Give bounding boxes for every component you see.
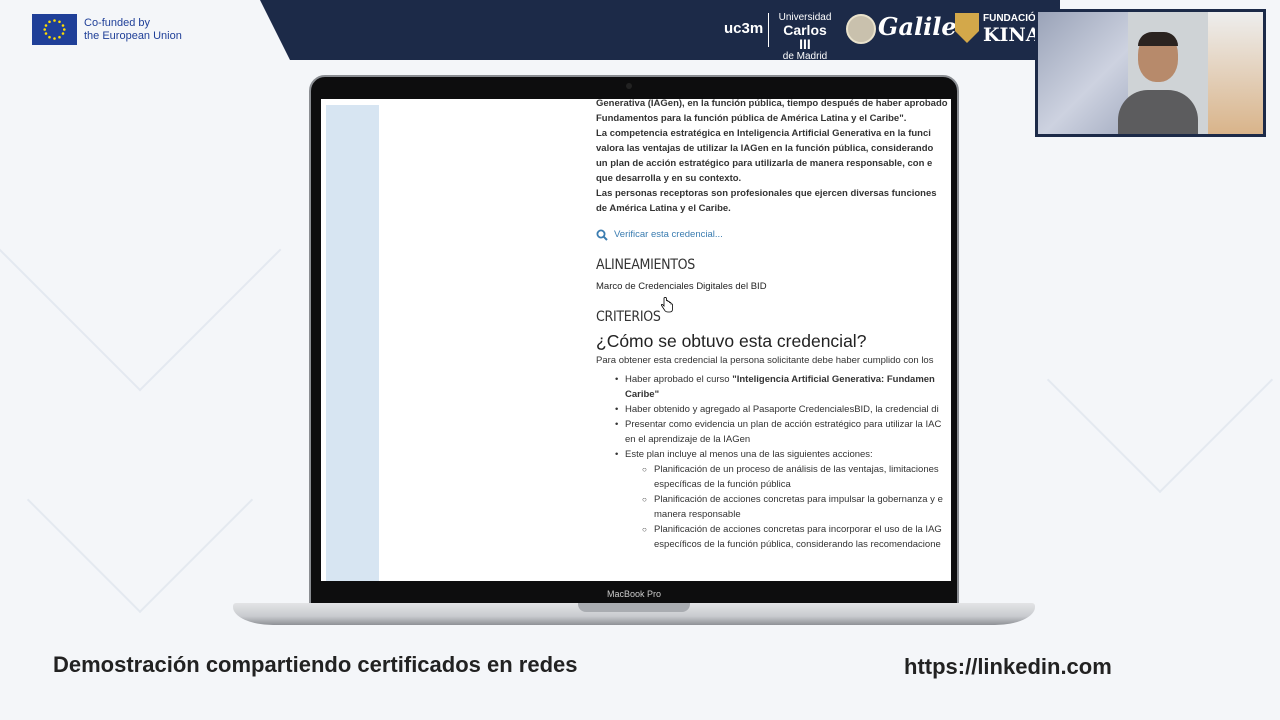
background-chevron	[1046, 266, 1274, 494]
list-item: Planificación de un proceso de análisis …	[596, 462, 951, 492]
laptop-screen: Generativa (IAGen), en la función públic…	[321, 99, 951, 581]
alignments-heading: ALINEAMIENTOS	[596, 257, 695, 273]
bullet-text: Presentar como evidencia un plan de acci…	[625, 419, 942, 430]
webcam-feed	[1035, 9, 1266, 137]
criteria-heading: CRITERIOS	[596, 309, 661, 325]
credential-content: Generativa (IAGen), en la función públic…	[596, 99, 951, 552]
laptop-model-label: MacBook Pro	[606, 589, 662, 599]
search-icon	[596, 229, 608, 241]
sub-bullet-text: Planificación de acciones concretas para…	[654, 524, 942, 535]
list-item: Haber obtenido y agregado al Pasaporte C…	[596, 402, 951, 417]
description-line: de América Latina y el Caribe.	[596, 203, 731, 214]
list-item: Planificación de acciones concretas para…	[596, 522, 951, 552]
sub-bullet-text: manera responsable	[654, 509, 741, 520]
bullet-text: Este plan incluye al menos una de las si…	[625, 449, 873, 460]
description-line: Fundamentos para la función pública de A…	[596, 113, 907, 124]
actions-sublist: Planificación de un proceso de análisis …	[596, 462, 951, 552]
description-line: La competencia estratégica en Inteligenc…	[596, 128, 931, 139]
webcam-background-art	[1038, 12, 1128, 134]
criteria-list: Haber aprobado el curso "Inteligencia Ar…	[596, 372, 951, 462]
presenter-body	[1118, 90, 1198, 134]
camera-icon	[626, 83, 632, 89]
presenter-video	[1118, 32, 1198, 134]
laptop-lid: Generativa (IAGen), en la función públic…	[309, 75, 959, 605]
eu-line-2: the European Union	[84, 30, 182, 42]
eu-cofunded-text: Co-funded by the European Union	[84, 17, 182, 43]
list-item: Este plan incluye al menos una de las si…	[596, 447, 951, 462]
hand-cursor-icon	[660, 297, 673, 313]
galileo-seal-icon	[846, 14, 876, 44]
uc3m-line-3: de Madrid	[782, 51, 828, 62]
list-item: Presentar como evidencia un plan de acci…	[596, 417, 951, 447]
uc3m-logo: uc3m	[724, 20, 764, 37]
sub-bullet-text: Planificación de acciones concretas para…	[654, 494, 943, 505]
bullet-text: Haber obtenido y agregado al Pasaporte C…	[625, 404, 939, 415]
laptop-base-groove	[578, 603, 690, 612]
credential-description: Generativa (IAGen), en la función públic…	[596, 99, 951, 216]
bullet-text: Haber aprobado el curso	[625, 374, 733, 385]
description-line: valora las ventajas de utilizar la IAGen…	[596, 143, 934, 154]
uc3m-name: Universidad Carlos III de Madrid	[776, 12, 834, 62]
kinal-line-1: FUNDACIÓ	[983, 13, 1036, 24]
criteria-lead-text: Para obtener esta credencial la persona …	[596, 355, 934, 366]
uc3m-line-2: Carlos III	[783, 22, 827, 52]
sub-bullet-text: específicos de la función pública, consi…	[654, 539, 941, 550]
alignment-link[interactable]: Marco de Credenciales Digitales del BID	[596, 279, 951, 294]
sidebar-panel	[326, 105, 379, 581]
description-line: un plan de acción estratégico para utili…	[596, 158, 933, 169]
how-obtained-heading: ¿Cómo se obtuvo esta credencial?	[596, 331, 867, 351]
logo-divider	[768, 13, 769, 47]
slide-caption: Demostración compartiendo certificados e…	[53, 652, 578, 677]
course-name: "Inteligencia Artificial Generativa: Fun…	[732, 374, 935, 385]
laptop-base	[233, 603, 1035, 625]
verify-credential-link[interactable]: Verificar esta credencial...	[596, 227, 951, 242]
course-name-cont: Caribe"	[625, 389, 660, 400]
presenter-hair	[1138, 32, 1178, 46]
verify-link-label: Verificar esta credencial...	[614, 229, 723, 240]
background-chevron	[0, 108, 282, 392]
webcam-background-wall	[1208, 12, 1263, 134]
sub-bullet-text: específicas de la función pública	[654, 479, 791, 490]
eu-line-1: Co-funded by	[84, 17, 151, 29]
list-item: Planificación de acciones concretas para…	[596, 492, 951, 522]
background-chevron	[26, 386, 254, 614]
list-item: Haber aprobado el curso "Inteligencia Ar…	[596, 372, 951, 402]
description-line: que desarrolla y en su contexto.	[596, 173, 742, 184]
bullet-text: en el aprendizaje de la IAGen	[625, 434, 751, 445]
description-line: Generativa (IAGen), en la función públic…	[596, 99, 948, 109]
eu-flag-icon	[32, 14, 77, 45]
sub-bullet-text: Planificación de un proceso de análisis …	[654, 464, 939, 475]
slide-url: https://linkedin.com	[904, 654, 1112, 679]
description-line: Las personas receptoras son profesionale…	[596, 188, 937, 199]
